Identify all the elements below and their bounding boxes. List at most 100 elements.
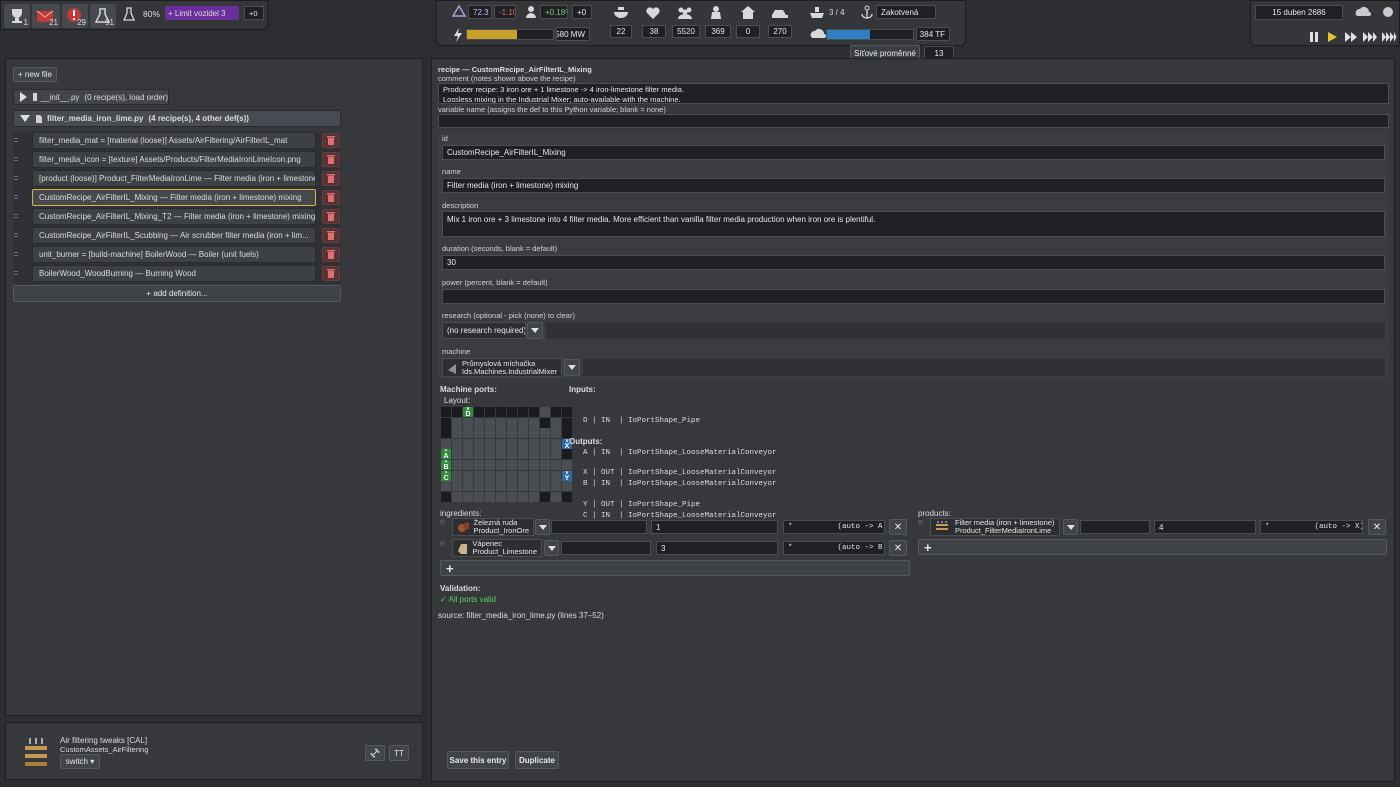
fast-forward-icon[interactable]: [1344, 31, 1358, 43]
mod-id: CustomAssets_AirFiltering: [60, 745, 149, 754]
remove-product-button[interactable]: ✕: [1368, 519, 1386, 535]
file-row-active[interactable]: filter_media_iron_lime.py (4 recipe(s), …: [13, 110, 341, 127]
research-dropdown-button[interactable]: [527, 322, 543, 339]
pause-icon[interactable]: [1308, 31, 1320, 43]
drag-handle-icon[interactable]: R: [918, 520, 926, 534]
switch-button[interactable]: switch ▾: [60, 754, 100, 769]
research-select[interactable]: (no research required): [442, 322, 526, 339]
drag-handle-icon[interactable]: [14, 214, 18, 218]
faster-forward-icon[interactable]: [1362, 31, 1378, 43]
badge-research[interactable]: 91: [90, 4, 116, 28]
pop-growth-text: +0.18%: [545, 7, 567, 17]
product-qty[interactable]: 4: [1154, 520, 1256, 534]
ingredient-port-select[interactable]: * (auto -> A): [783, 520, 885, 534]
def-row[interactable]: unit_burner = [build-machine] BoilerWood…: [32, 246, 316, 263]
delete-definition-button[interactable]: [322, 152, 340, 167]
badge-trophy[interactable]: 1: [4, 4, 30, 28]
ingredient-dropdown-button[interactable]: [544, 540, 559, 556]
def-row[interactable]: CustomRecipe_AirFilterIL_Mixing_T2 — Fil…: [32, 208, 316, 225]
link-icon: [370, 748, 380, 758]
def-row[interactable]: CustomRecipe_AirFilterIL_Scubbing — Air …: [32, 227, 316, 244]
delete-definition-button[interactable]: [322, 228, 340, 243]
ingredient-select[interactable]: Železná ruda Product_IronOre: [452, 518, 534, 536]
badge-alert[interactable]: 29: [62, 4, 88, 28]
stat-housing: 0: [736, 25, 760, 38]
product-select[interactable]: Filter media (iron + limestone) Product_F…: [930, 518, 1060, 536]
ingredient-search[interactable]: [551, 520, 647, 534]
tt-button[interactable]: TT: [389, 745, 409, 761]
name-field[interactable]: Filter media (iron + limestone) mixing: [442, 178, 1385, 193]
varname-field[interactable]: [438, 114, 1389, 128]
drag-handle-icon[interactable]: R: [440, 541, 448, 555]
port-marker-y: vY: [562, 470, 572, 482]
fastest-forward-icon[interactable]: [1381, 31, 1397, 43]
id-field[interactable]: CustomRecipe_AirFilterIL_Mixing: [442, 145, 1385, 160]
drag-handle-icon[interactable]: [14, 233, 18, 237]
product-port-select[interactable]: * (auto -> X): [1260, 520, 1363, 534]
machine-dropdown-button[interactable]: [564, 359, 580, 376]
delete-definition-button[interactable]: [322, 190, 340, 205]
trash-icon: [327, 193, 335, 202]
ingredient-select[interactable]: Vápenec Product_Limestone: [452, 539, 542, 557]
drag-handle-icon[interactable]: [14, 195, 18, 199]
port-grid-cell: [485, 417, 495, 428]
drag-handle-icon[interactable]: [14, 138, 18, 142]
varname-label: variable name (assigns the def to this P…: [438, 105, 666, 114]
remove-ingredient-button[interactable]: ✕: [889, 519, 907, 535]
duplicate-button[interactable]: Duplicate: [515, 751, 559, 769]
remove-ingredient-button[interactable]: ✕: [889, 540, 907, 556]
delete-definition-button[interactable]: [322, 247, 340, 262]
ingredient-search[interactable]: [561, 541, 651, 555]
vehicle-limit[interactable]: + Limit vozidel 3: [165, 6, 239, 20]
file-row-init[interactable]: __init__.py (0 recipe(s), load order): [13, 89, 169, 105]
port-grid-cell: [562, 460, 572, 470]
menu-icon[interactable]: [1380, 5, 1396, 19]
machine-label: machine: [442, 347, 471, 356]
add-definition-button[interactable]: + add definition...: [13, 285, 341, 302]
machine-select[interactable]: Průmyslová míchačka Ids.Machines.Industr…: [442, 358, 562, 377]
def-row[interactable]: filter_media_icon = [texture] Assets/Pro…: [32, 151, 316, 168]
delete-definition-button[interactable]: [322, 133, 340, 148]
ingredient-qty[interactable]: 1: [651, 520, 778, 534]
product-search[interactable]: [1080, 520, 1150, 534]
def-row[interactable]: [product (loose)] Product_FilterMediaIro…: [32, 170, 316, 187]
comment-field[interactable]: Producer recipe: 3 iron ore + 1 limeston…: [438, 83, 1389, 104]
product-port-value: * (auto -> X): [1265, 523, 1363, 531]
delete-definition-button[interactable]: [322, 209, 340, 224]
port-grid-cell: [540, 438, 550, 449]
port-grid-cell: [540, 407, 550, 417]
port-grid-cell: [518, 491, 528, 502]
drag-handle-icon[interactable]: [14, 157, 18, 161]
delete-definition-button[interactable]: [322, 171, 340, 186]
description-field[interactable]: Mix 1 iron ore + 3 limestone into 4 filt…: [442, 211, 1385, 237]
ingredient-dropdown-button[interactable]: [535, 519, 550, 535]
ingredient-qty[interactable]: 3: [656, 541, 778, 555]
duration-field[interactable]: 30: [442, 255, 1385, 270]
trash-icon: [327, 212, 335, 221]
drag-handle-icon[interactable]: [14, 252, 18, 256]
drag-handle-icon[interactable]: [14, 176, 18, 180]
port-grid-cell: [562, 491, 572, 502]
comment-line-1: Producer recipe: 3 iron ore + 1 limeston…: [443, 85, 684, 94]
def-row[interactable]: BoilerWood_WoodBurning — Burning Wood: [32, 265, 316, 282]
port-grid-cell: [496, 449, 506, 460]
port-grid-cell: [551, 470, 561, 481]
delete-definition-button[interactable]: [322, 266, 340, 281]
def-row-selected[interactable]: CustomRecipe_AirFilterIL_Mixing — Filter…: [32, 189, 316, 206]
weather-icon[interactable]: [1354, 4, 1372, 20]
def-row[interactable]: filter_media_mat = [material (loose)] As…: [32, 132, 316, 149]
product-dropdown-button[interactable]: [1063, 519, 1078, 535]
badge-mail[interactable]: 21: [32, 4, 60, 28]
net-vars-count-text: 13: [934, 48, 944, 58]
add-ingredient-button[interactable]: +: [440, 560, 910, 576]
ingredient-port-select[interactable]: * (auto -> B): [783, 541, 885, 555]
drag-handle-icon[interactable]: R: [440, 520, 448, 534]
new-file-button[interactable]: + new file: [13, 67, 57, 82]
add-product-button[interactable]: +: [918, 539, 1387, 555]
play-icon[interactable]: [1326, 31, 1338, 43]
stat-workers: 369: [705, 25, 731, 38]
save-entry-button[interactable]: Save this entry: [447, 751, 509, 769]
power-field[interactable]: [442, 289, 1385, 304]
drag-handle-icon[interactable]: [14, 271, 18, 275]
link-button[interactable]: [365, 745, 385, 761]
